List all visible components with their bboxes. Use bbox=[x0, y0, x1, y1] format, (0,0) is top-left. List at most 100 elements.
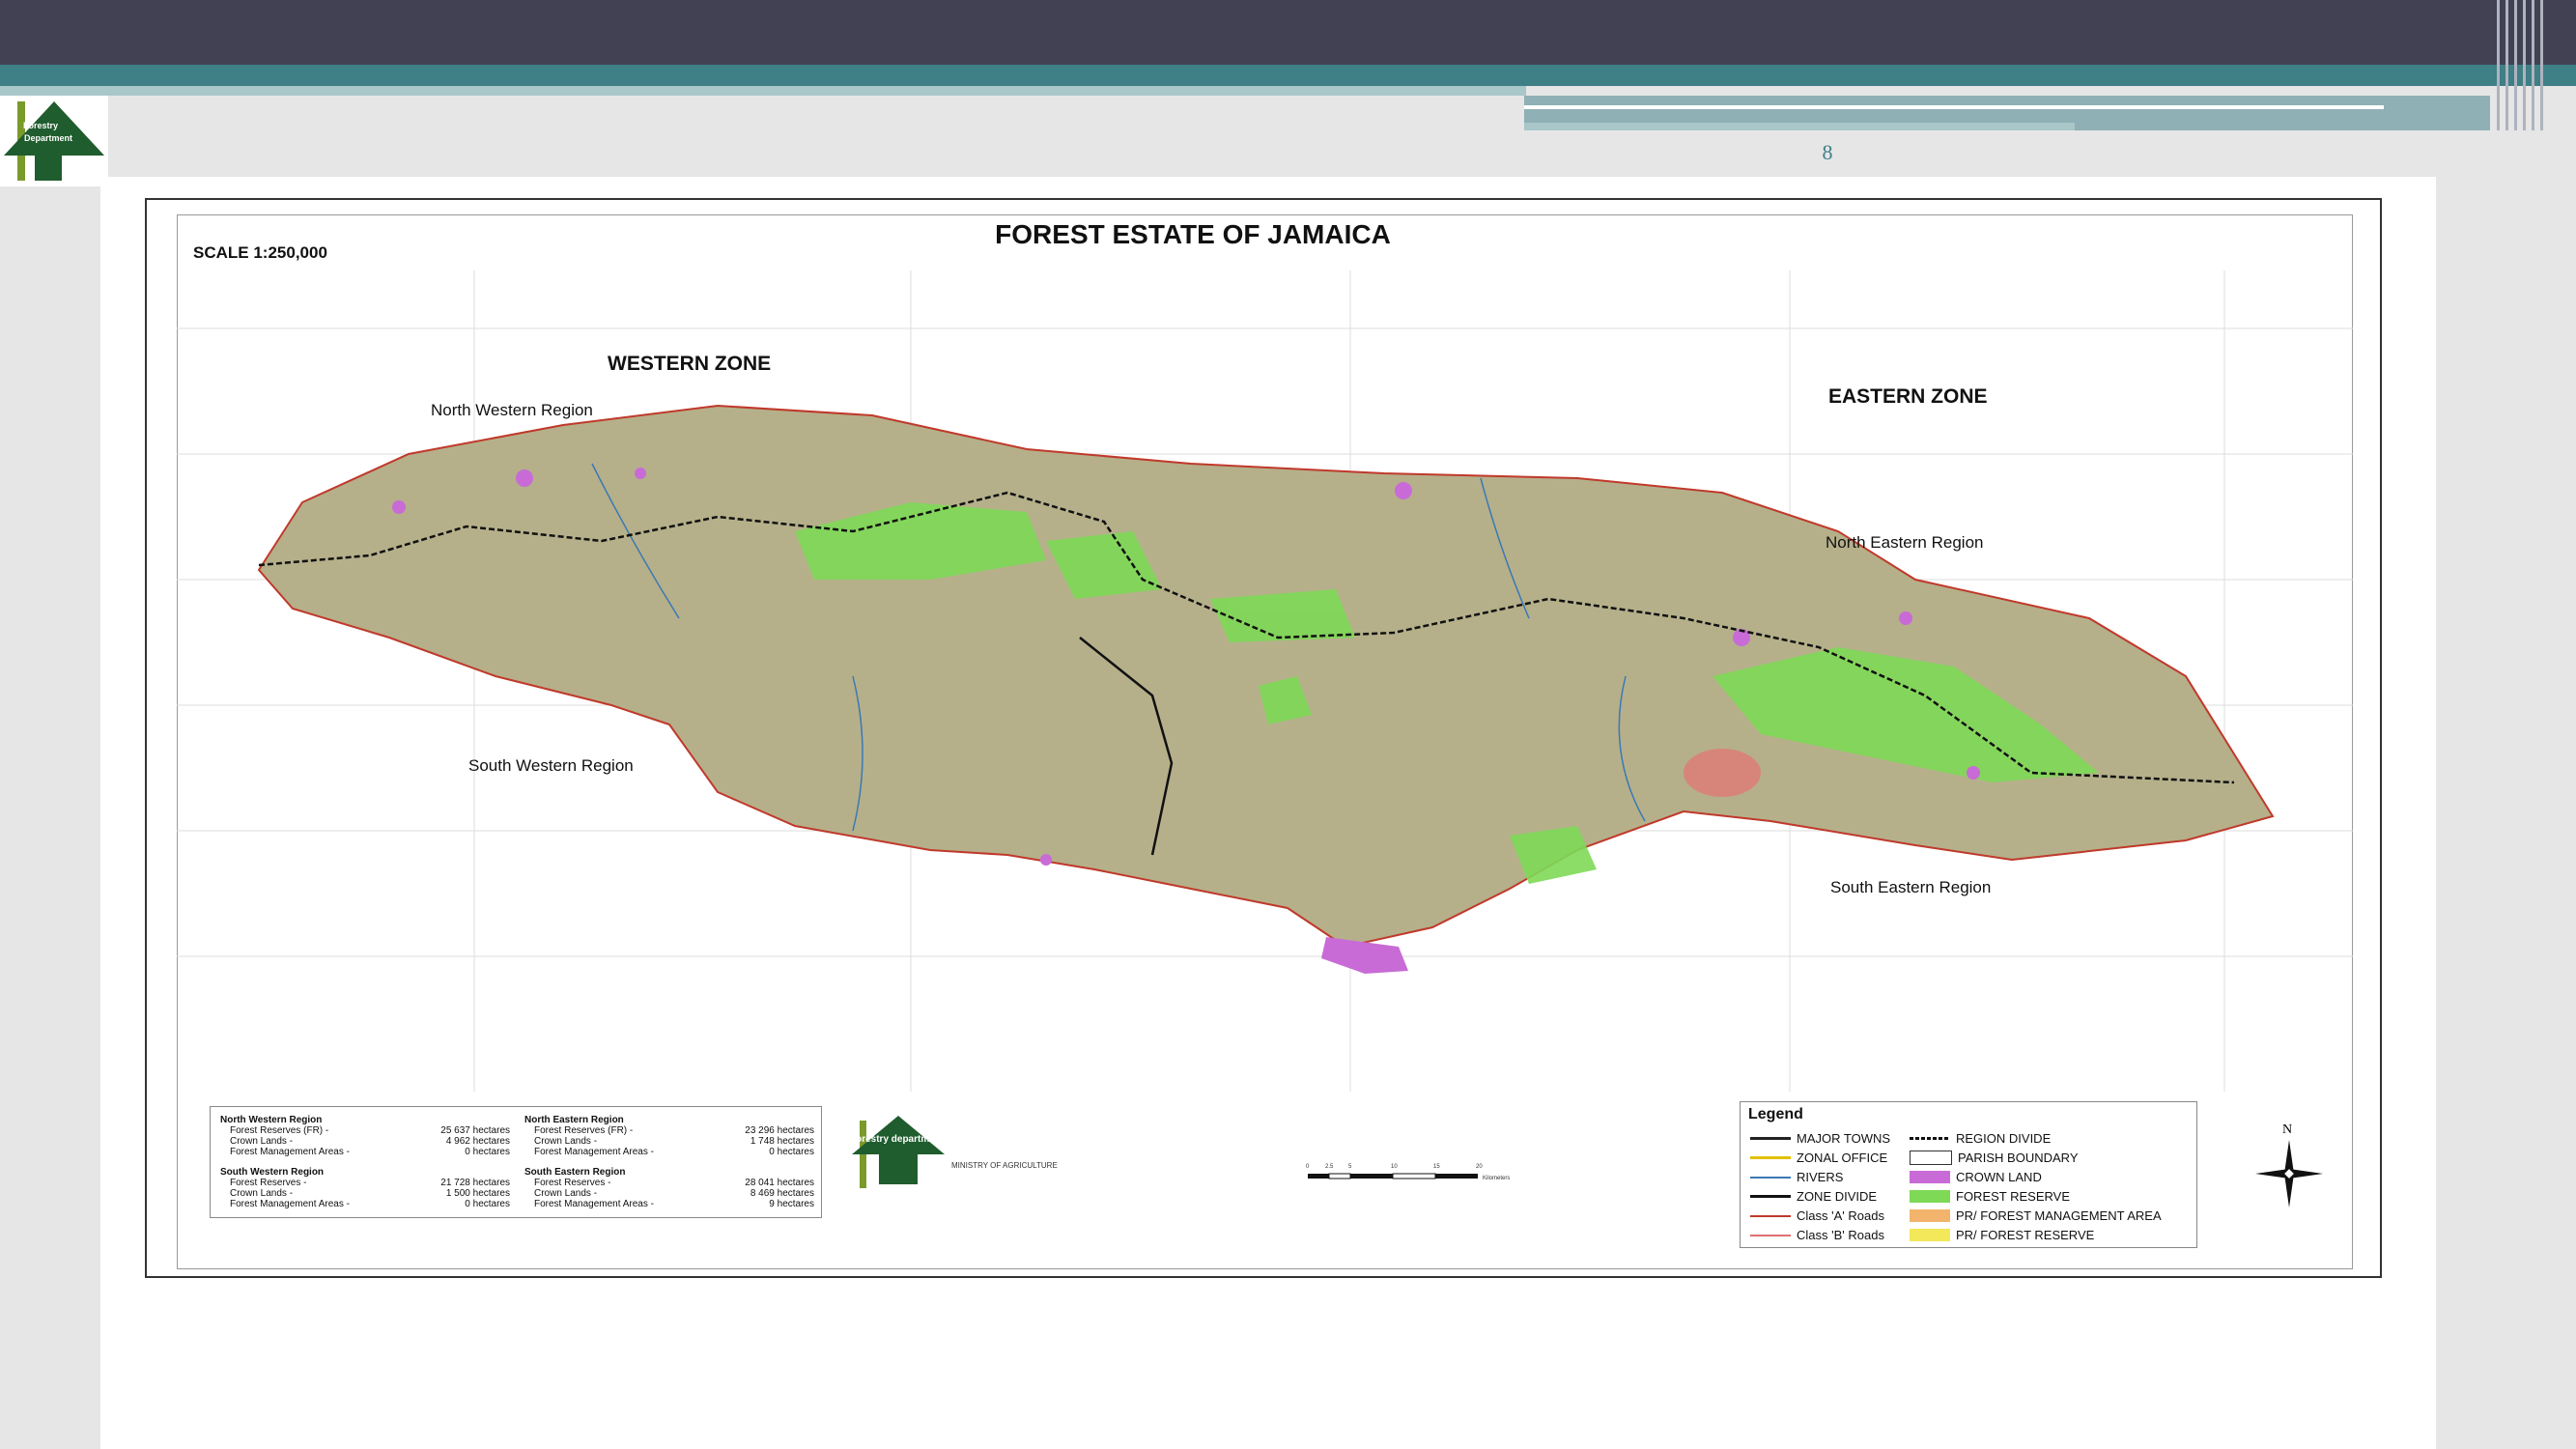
legend-item: PR/ FOREST MANAGEMENT AREA bbox=[1910, 1208, 2162, 1223]
scale-tick: 15 bbox=[1433, 1164, 1440, 1170]
stat-region: North Western Region bbox=[220, 1115, 323, 1125]
north-eastern-region-label: North Eastern Region bbox=[1826, 533, 1984, 552]
south-western-region-label: South Western Region bbox=[468, 756, 634, 775]
legend-label: REGION DIVIDE bbox=[1956, 1131, 2052, 1146]
stat-label: Forest Reserves - bbox=[230, 1178, 307, 1188]
legend-swatch bbox=[1750, 1176, 1791, 1179]
stat-region: North Eastern Region bbox=[524, 1115, 624, 1125]
legend-item: Class 'A' Roads bbox=[1750, 1208, 1884, 1223]
legend-item: PR/ FOREST RESERVE bbox=[1910, 1228, 2094, 1242]
legend-label: CROWN LAND bbox=[1956, 1170, 2042, 1184]
legend-swatch bbox=[1910, 1209, 1950, 1222]
stat-label: Forest Management Areas - bbox=[230, 1199, 350, 1209]
stat-value: 1 748 hectares bbox=[750, 1136, 814, 1147]
legend-item: ZONAL OFFICE bbox=[1750, 1151, 1887, 1165]
stat-label: Crown Lands - bbox=[230, 1136, 294, 1147]
stat-label: Crown Lands - bbox=[230, 1188, 294, 1199]
legend-swatch bbox=[1750, 1234, 1791, 1236]
western-zone-label: WESTERN ZONE bbox=[608, 353, 772, 375]
scale-tick: 5 bbox=[1348, 1164, 1352, 1170]
stat-value: 23 296 hectares bbox=[745, 1125, 814, 1136]
legend-label: Class 'B' Roads bbox=[1797, 1228, 1884, 1242]
region-statistics: North Western Region Forest Reserves (FR… bbox=[210, 1106, 822, 1218]
legend-item: CROWN LAND bbox=[1910, 1170, 2042, 1184]
legend-item: RIVERS bbox=[1750, 1170, 1843, 1184]
jamaica-map bbox=[177, 270, 2353, 1092]
stat-value: 28 041 hectares bbox=[745, 1178, 814, 1188]
teal-band bbox=[0, 65, 2576, 86]
legend-label: FOREST RESERVE bbox=[1956, 1189, 2070, 1204]
stat-value: 21 728 hectares bbox=[440, 1178, 510, 1188]
stat-value: 25 637 hectares bbox=[440, 1125, 510, 1136]
map-legend: Legend MAJOR TOWNS REGION DIVIDE ZONAL O… bbox=[1740, 1101, 2197, 1248]
legend-label: PR/ FOREST RESERVE bbox=[1956, 1228, 2095, 1242]
legend-swatch bbox=[1750, 1137, 1791, 1140]
legend-item: ZONE DIVIDE bbox=[1750, 1189, 1877, 1204]
legend-swatch bbox=[1910, 1151, 1952, 1165]
stat-value: 4 962 hectares bbox=[445, 1136, 510, 1147]
south-eastern-region-label: South Eastern Region bbox=[1830, 878, 1992, 896]
stat-group: North Eastern Region Forest Reserves (FR… bbox=[524, 1115, 814, 1157]
stat-value: 8 469 hectares bbox=[750, 1188, 814, 1199]
legend-swatch bbox=[1750, 1195, 1791, 1198]
credit-ministry: MINISTRY OF AGRICULTURE bbox=[951, 1161, 1058, 1170]
stat-group: North Western Region Forest Reserves (FR… bbox=[220, 1115, 510, 1157]
top-banner bbox=[0, 0, 2576, 65]
map-scale: SCALE 1:250,000 bbox=[193, 243, 327, 262]
stat-label: Forest Management Areas - bbox=[534, 1147, 654, 1157]
stat-group: South Western Region Forest Reserves - 21… bbox=[220, 1167, 510, 1209]
legend-swatch bbox=[1910, 1171, 1950, 1183]
legend-label: PARISH BOUNDARY bbox=[1958, 1151, 2079, 1165]
legend-label: Class 'A' Roads bbox=[1797, 1208, 1884, 1223]
legend-item: MAJOR TOWNS bbox=[1750, 1131, 1890, 1146]
island-shape bbox=[257, 404, 2275, 949]
page-number: 8 bbox=[1822, 140, 1833, 164]
legend-title: Legend bbox=[1748, 1106, 1803, 1122]
map-title: FOREST ESTATE OF JAMAICA bbox=[995, 219, 1391, 249]
legend-label: ZONE DIVIDE bbox=[1797, 1189, 1878, 1204]
legend-item: PARISH BOUNDARY bbox=[1910, 1151, 2079, 1165]
north-arrow-icon: N bbox=[2246, 1121, 2333, 1217]
st-thomas-peninsula bbox=[1321, 937, 1408, 974]
scale-tick: 10 bbox=[1391, 1164, 1398, 1170]
legend-item: FOREST RESERVE bbox=[1910, 1189, 2070, 1204]
decorative-stripes bbox=[2497, 0, 2576, 130]
teal-band-right bbox=[1524, 96, 2490, 130]
stat-label: Forest Reserves - bbox=[534, 1178, 611, 1188]
stat-label: Crown Lands - bbox=[534, 1188, 598, 1199]
legend-label: MAJOR TOWNS bbox=[1797, 1131, 1891, 1146]
stat-value: 0 hectares bbox=[769, 1147, 814, 1157]
kingston-area bbox=[1684, 749, 1761, 797]
scale-unit: Kilometers bbox=[1483, 1176, 1511, 1181]
stat-label: Forest Management Areas - bbox=[534, 1199, 654, 1209]
logo-line2: Department bbox=[24, 133, 72, 143]
stat-value: 0 hectares bbox=[465, 1147, 510, 1157]
legend-swatch bbox=[1910, 1190, 1950, 1203]
legend-swatch bbox=[1910, 1137, 1950, 1140]
eastern-zone-label: EASTERN ZONE bbox=[1828, 385, 1988, 408]
stat-value: 1 500 hectares bbox=[445, 1188, 510, 1199]
stat-label: Forest Management Areas - bbox=[230, 1147, 350, 1157]
forestry-logo: Forestry Department bbox=[0, 96, 108, 186]
scale-tick: 0 bbox=[1306, 1164, 1310, 1170]
forestry-credit-logo: forestry department bbox=[850, 1111, 966, 1188]
legend-label: ZONAL OFFICE bbox=[1797, 1151, 1888, 1165]
stat-label: Crown Lands - bbox=[534, 1136, 598, 1147]
legend-item: REGION DIVIDE bbox=[1910, 1131, 2051, 1146]
stat-region: South Western Region bbox=[220, 1167, 325, 1178]
legend-swatch bbox=[1750, 1214, 1791, 1217]
stat-label: Forest Reserves (FR) - bbox=[534, 1125, 634, 1136]
stat-region: South Eastern Region bbox=[524, 1167, 626, 1178]
north-western-region-label: North Western Region bbox=[431, 401, 593, 419]
legend-label: PR/ FOREST MANAGEMENT AREA bbox=[1956, 1208, 2162, 1223]
teal-band-light bbox=[0, 86, 1526, 96]
legend-swatch bbox=[1750, 1156, 1791, 1159]
credit-org: forestry department bbox=[853, 1134, 945, 1145]
legend-item: Class 'B' Roads bbox=[1750, 1228, 1884, 1242]
logo-line1: Forestry bbox=[23, 121, 58, 130]
stat-value: 0 hectares bbox=[465, 1199, 510, 1209]
scale-tick: 2.5 bbox=[1325, 1164, 1334, 1170]
scale-tick: 20 bbox=[1476, 1164, 1483, 1170]
legend-label: RIVERS bbox=[1797, 1170, 1844, 1184]
legend-swatch bbox=[1910, 1229, 1950, 1241]
